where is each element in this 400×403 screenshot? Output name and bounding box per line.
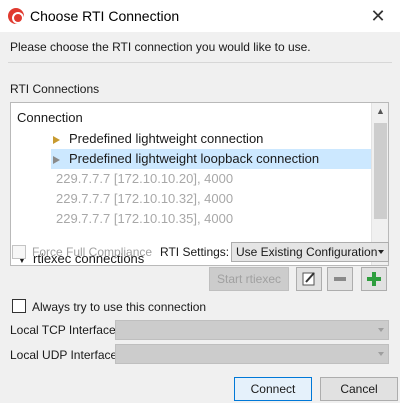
edit-icon <box>302 272 315 286</box>
local-tcp-select[interactable] <box>115 320 389 340</box>
rti-settings-select[interactable]: Use Existing Configuration <box>231 242 389 262</box>
dialog-body: Please choose the RTI connection you wou… <box>0 32 400 403</box>
close-icon[interactable]: ✕ <box>368 6 388 26</box>
always-use-label: Always try to use this connection <box>32 300 207 314</box>
edit-connection-button[interactable] <box>296 267 322 291</box>
tree-item[interactable]: Predefined lightweight connection <box>51 129 263 149</box>
remove-connection-button[interactable] <box>327 267 353 291</box>
rti-connections-label: RTI Connections <box>10 82 100 96</box>
always-use-checkbox[interactable] <box>12 299 26 313</box>
tree-header: Connection <box>17 110 83 125</box>
force-compliance-label: Force Full Compliance <box>32 245 153 259</box>
title-bar: Choose RTI Connection ✕ <box>0 0 400 32</box>
tree-item[interactable]: 229.7.7.7 [172.10.10.35], 4000 <box>56 209 233 229</box>
local-udp-select[interactable] <box>115 344 389 364</box>
cancel-button[interactable]: Cancel <box>320 377 398 401</box>
tree-item[interactable]: 229.7.7.7 [172.10.10.20], 4000 <box>56 169 233 189</box>
tree-scrollbar[interactable]: ▲ ▼ <box>371 103 388 265</box>
tree-item-label: Predefined lightweight loopback connecti… <box>69 151 320 166</box>
rti-settings-value: Use Existing Configuration <box>236 245 378 259</box>
force-compliance-checkbox[interactable] <box>12 245 26 259</box>
tree-item-selected[interactable]: Predefined lightweight loopback connecti… <box>51 149 371 169</box>
tree-item[interactable]: 229.7.7.7 [172.10.10.32], 4000 <box>56 189 233 209</box>
connection-icon <box>51 154 63 166</box>
scroll-up-icon[interactable]: ▲ <box>372 103 388 120</box>
app-logo-icon <box>8 8 24 24</box>
start-rtiexec-button[interactable]: Start rtiexec <box>209 267 289 291</box>
rti-settings-label: RTI Settings: <box>160 245 230 259</box>
add-connection-button[interactable] <box>361 267 387 291</box>
minus-icon <box>334 277 346 281</box>
connection-icon <box>51 134 63 146</box>
tree-item-label: Predefined lightweight connection <box>69 131 264 146</box>
divider <box>8 62 392 63</box>
chevron-down-icon <box>378 352 384 356</box>
instruction-text: Please choose the RTI connection you wou… <box>10 40 311 54</box>
chevron-down-icon <box>378 250 384 254</box>
window-title: Choose RTI Connection <box>30 8 180 24</box>
scrollbar-thumb[interactable] <box>374 123 387 219</box>
plus-icon <box>367 272 381 286</box>
connect-button[interactable]: Connect <box>234 377 312 401</box>
local-tcp-label: Local TCP Interface <box>10 323 116 337</box>
local-udp-label: Local UDP Interface <box>10 348 118 362</box>
chevron-down-icon <box>378 328 384 332</box>
